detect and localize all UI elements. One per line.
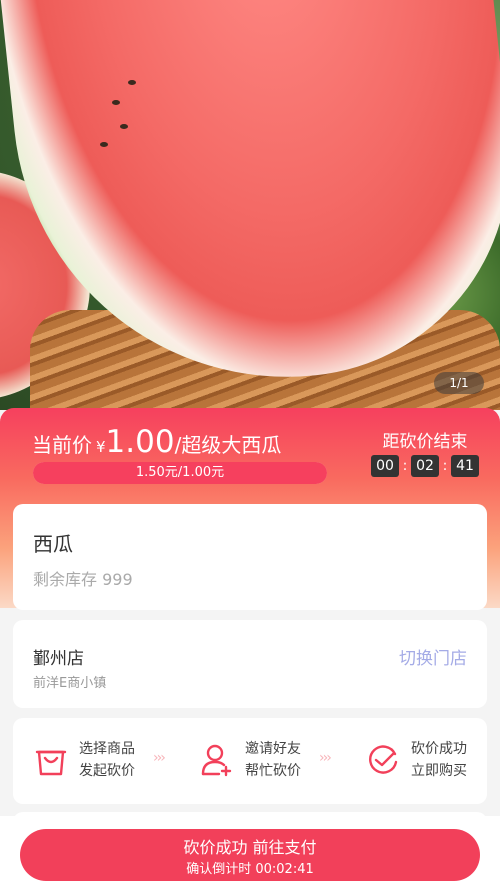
image-counter: 1/1 bbox=[434, 372, 484, 394]
seed bbox=[112, 100, 120, 105]
step-line-1: 砍价成功 bbox=[411, 741, 467, 757]
pay-button-label: 砍价成功 前往支付 bbox=[183, 838, 317, 857]
shopping-bag-icon bbox=[35, 750, 67, 776]
timer-seconds: 41 bbox=[451, 455, 479, 477]
step-line-2: 立即购买 bbox=[411, 763, 467, 779]
step-invite-friends: 邀请好友 帮忙砍价 bbox=[199, 738, 301, 782]
store-address: 前洋E商小镇 bbox=[33, 676, 107, 691]
currency-symbol: ¥ bbox=[96, 438, 106, 456]
step-select-product: 选择商品 发起砍价 bbox=[33, 738, 135, 782]
step-line-2: 帮忙砍价 bbox=[245, 763, 301, 779]
countdown-timer: 00 : 02 : 41 bbox=[371, 455, 479, 477]
timer-separator: : bbox=[442, 458, 448, 474]
stock-remaining: 剩余库存 999 bbox=[33, 570, 133, 589]
confirm-countdown: 确认倒计时 00:02:41 bbox=[186, 862, 314, 877]
seed bbox=[100, 142, 108, 147]
price-value: 1.00 bbox=[105, 424, 175, 460]
step-bargain-success: 砍价成功 立即购买 bbox=[365, 738, 467, 782]
product-name: 西瓜 bbox=[33, 532, 73, 556]
bargain-steps-card: 选择商品 发起砍价 ››› 邀请好友 帮忙砍价 ››› 砍价成功 立即购买 bbox=[13, 718, 487, 804]
step-arrows: ››› bbox=[153, 750, 166, 766]
current-price: 当前价 ¥1.00/超级大西瓜 bbox=[32, 424, 281, 460]
switch-store-button[interactable]: 切换门店 bbox=[399, 644, 467, 669]
step-line-1: 选择商品 bbox=[79, 741, 135, 757]
product-image: 1/1 bbox=[0, 0, 500, 410]
step-line-2: 发起砍价 bbox=[79, 763, 135, 779]
timer-minutes: 02 bbox=[411, 455, 439, 477]
countdown-title: 距砍价结束 bbox=[382, 432, 468, 452]
product-card: 西瓜 剩余库存 999 bbox=[13, 504, 487, 610]
timer-separator: : bbox=[402, 458, 408, 474]
price-label: 当前价 bbox=[32, 433, 92, 457]
bargain-progress-bar: 1.50元/1.00元 bbox=[33, 462, 327, 484]
timer-hours: 00 bbox=[371, 455, 399, 477]
check-circle-icon bbox=[369, 745, 398, 774]
progress-text: 1.50元/1.00元 bbox=[135, 465, 225, 480]
step-arrows: ››› bbox=[319, 750, 332, 766]
seed bbox=[120, 124, 128, 129]
add-user-icon bbox=[201, 744, 232, 777]
seed bbox=[128, 80, 136, 85]
pay-now-button[interactable]: 砍价成功 前往支付 确认倒计时 00:02:41 bbox=[20, 829, 480, 881]
store-name: 鄞州店 bbox=[33, 649, 84, 669]
product-suffix: /超级大西瓜 bbox=[174, 433, 282, 457]
store-card: 鄞州店 前洋E商小镇 切换门店 bbox=[13, 620, 487, 708]
step-line-1: 邀请好友 bbox=[245, 741, 301, 757]
